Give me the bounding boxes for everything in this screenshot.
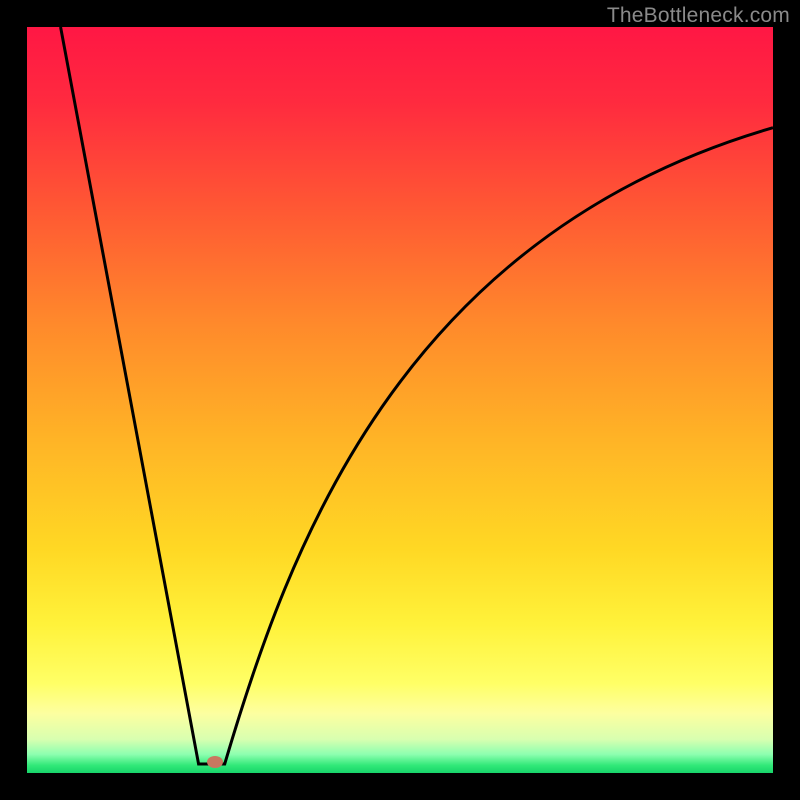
chart-container: TheBottleneck.com xyxy=(0,0,800,800)
curve-layer xyxy=(27,27,773,773)
bottleneck-curve xyxy=(61,27,773,764)
watermark-text: TheBottleneck.com xyxy=(607,4,790,28)
plot-area xyxy=(27,27,773,773)
optimal-point-marker xyxy=(207,756,223,768)
